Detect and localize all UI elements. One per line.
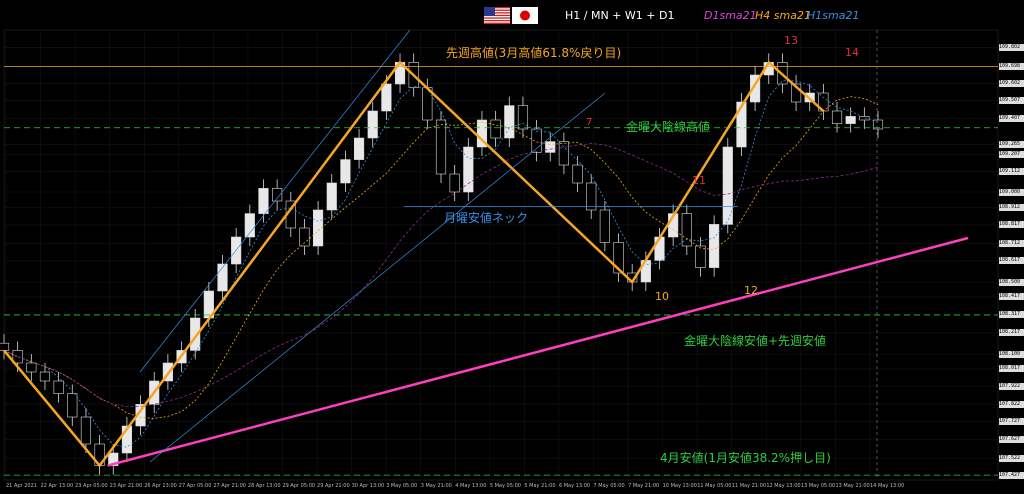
bull-candle <box>545 141 556 153</box>
bear-candle <box>80 416 92 445</box>
h4-sma-label: H4 sma21 <box>755 9 811 22</box>
price-tick-label: 107.922 <box>999 382 1024 390</box>
friday-bear-high-annotation: 金曜大陰線高値 <box>626 120 711 134</box>
bull-candle <box>463 146 474 193</box>
time-tick-label: 5 May 21:00 <box>524 483 556 489</box>
h1-sma-label: H1sma21 <box>807 9 860 22</box>
time-tick-label: 4 May 13:00 <box>455 483 487 489</box>
bear-candle <box>695 245 706 268</box>
time-tick-label: 14 May 13:00 <box>870 483 905 489</box>
price-tick-label: 109.802 <box>999 44 1024 52</box>
wave-label-12: 12 <box>744 284 758 297</box>
price-tick-label: 107.427 <box>999 471 1024 479</box>
price-tick-label: 108.417 <box>999 293 1024 301</box>
price-tick-label: 108.017 <box>999 365 1024 373</box>
time-tick-label: 11 May 05:00 <box>697 483 732 489</box>
bull-candle <box>244 213 255 238</box>
price-tick-label: 109.602 <box>999 80 1024 88</box>
bear-candle <box>449 173 460 193</box>
time-tick-label: 6 May 13:00 <box>558 483 591 489</box>
d1-sma-label: D1sma21 <box>704 9 757 22</box>
price-tick-label: 108.317 <box>999 311 1024 319</box>
price-tick-label: 109.265 <box>999 140 1024 148</box>
bear-candle <box>859 116 870 121</box>
price-tick-label: 108.617 <box>999 257 1024 265</box>
timeframe-label: H1 / MN + W1 + D1 <box>565 9 675 22</box>
price-chart[interactable] <box>0 0 1024 494</box>
wave-label-11: 11 <box>692 174 706 187</box>
time-tick-label: 10 May 13:00 <box>662 483 697 489</box>
price-tick-label: 109.407 <box>999 115 1024 123</box>
wave-label-13: 13 <box>784 34 798 47</box>
time-tick-label: 7 May 05:00 <box>593 483 625 489</box>
time-tick-label: 23 Apr 05:00 <box>75 483 108 489</box>
time-tick-label: 30 Apr 13:00 <box>351 483 385 489</box>
wave-label-7: 7 <box>586 117 593 128</box>
bear-candle <box>0 342 10 351</box>
time-tick-label: 7 May 21:00 <box>628 483 660 489</box>
bull-candle <box>504 105 515 139</box>
time-tick-label: 26 Apr 13:00 <box>144 483 177 489</box>
time-tick-label: 27 Apr 05:00 <box>178 483 212 489</box>
price-tick-label: 107.522 <box>999 454 1024 462</box>
price-tick-label: 109.207 <box>999 151 1024 159</box>
price-tick-label: 107.727 <box>999 417 1024 425</box>
price-tick-label: 108.217 <box>999 329 1024 337</box>
time-tick-label: 27 Apr 21:00 <box>213 483 246 489</box>
friday-bear-low-annotation: 金曜大陰線安値+先週安値 <box>684 334 827 348</box>
bear-candle <box>67 393 78 418</box>
price-tick-label: 108.500 <box>999 278 1024 286</box>
time-tick-label: 21 Apr 2021 <box>6 483 37 489</box>
time-tick-label: 11 May 21:00 <box>731 483 767 489</box>
bear-candle <box>599 209 610 243</box>
time-tick-label: 22 Apr 13:00 <box>40 483 74 489</box>
bull-candle <box>258 188 269 214</box>
bear-candle <box>26 362 37 373</box>
bear-candle <box>558 141 569 166</box>
bull-candle <box>367 110 378 139</box>
price-tick-label: 108.712 <box>999 240 1024 248</box>
bear-candle <box>272 188 283 202</box>
april-low-annotation: 4月安値(1月安値38.2%押し目) <box>660 451 831 465</box>
price-tick-label: 108.912 <box>999 204 1024 212</box>
bear-candle <box>490 119 501 139</box>
japan-flag-icon <box>512 7 538 24</box>
bull-candle <box>381 83 392 112</box>
wave-label-10: 10 <box>655 290 669 303</box>
time-tick-label: 12 May 13:00 <box>766 483 801 489</box>
monday-low-neck-annotation: 月曜安値ネック <box>444 211 529 225</box>
time-tick-label: 5 May 05:00 <box>489 483 521 489</box>
time-tick-label: 28 Apr 13:00 <box>247 483 281 489</box>
us-flag-icon <box>484 7 510 24</box>
time-tick-label: 29 Apr 05:00 <box>282 483 316 489</box>
time-tick-label: 13 May 05:00 <box>800 483 836 489</box>
wave-label-14: 14 <box>845 46 859 59</box>
bear-candle <box>39 371 51 382</box>
price-tick-label: 109.000 <box>999 188 1024 196</box>
bull-candle <box>326 182 337 211</box>
price-tick-label: 109.507 <box>999 97 1024 105</box>
bull-candle <box>353 137 365 160</box>
bear-candle <box>586 182 597 211</box>
time-tick-label: 3 May 21:00 <box>420 483 452 489</box>
price-tick-label: 108.817 <box>999 221 1024 229</box>
price-tick-label: 108.100 <box>999 350 1024 358</box>
price-tick-label: 109.698 <box>999 62 1024 70</box>
bear-candle <box>53 380 64 394</box>
time-tick-label: 23 Apr 21:00 <box>109 483 143 489</box>
price-tick-label: 109.112 <box>999 168 1024 176</box>
time-tick-label: 29 Apr 21:00 <box>317 483 350 489</box>
bear-candle <box>831 110 843 124</box>
price-tick-label: 107.627 <box>999 435 1024 443</box>
time-tick-label: 13 May 21:00 <box>835 483 870 489</box>
price-tick-label: 107.822 <box>999 400 1024 408</box>
bull-candle <box>654 236 665 261</box>
bear-candle <box>572 164 583 184</box>
bull-candle <box>709 224 720 268</box>
time-tick-label: 3 May 05:00 <box>386 483 418 489</box>
prev-week-high-annotation: 先週高値(3月高値61.8%戻り目) <box>446 46 622 60</box>
bull-candle <box>340 159 351 184</box>
bull-candle <box>722 146 733 225</box>
bull-candle <box>845 116 856 124</box>
